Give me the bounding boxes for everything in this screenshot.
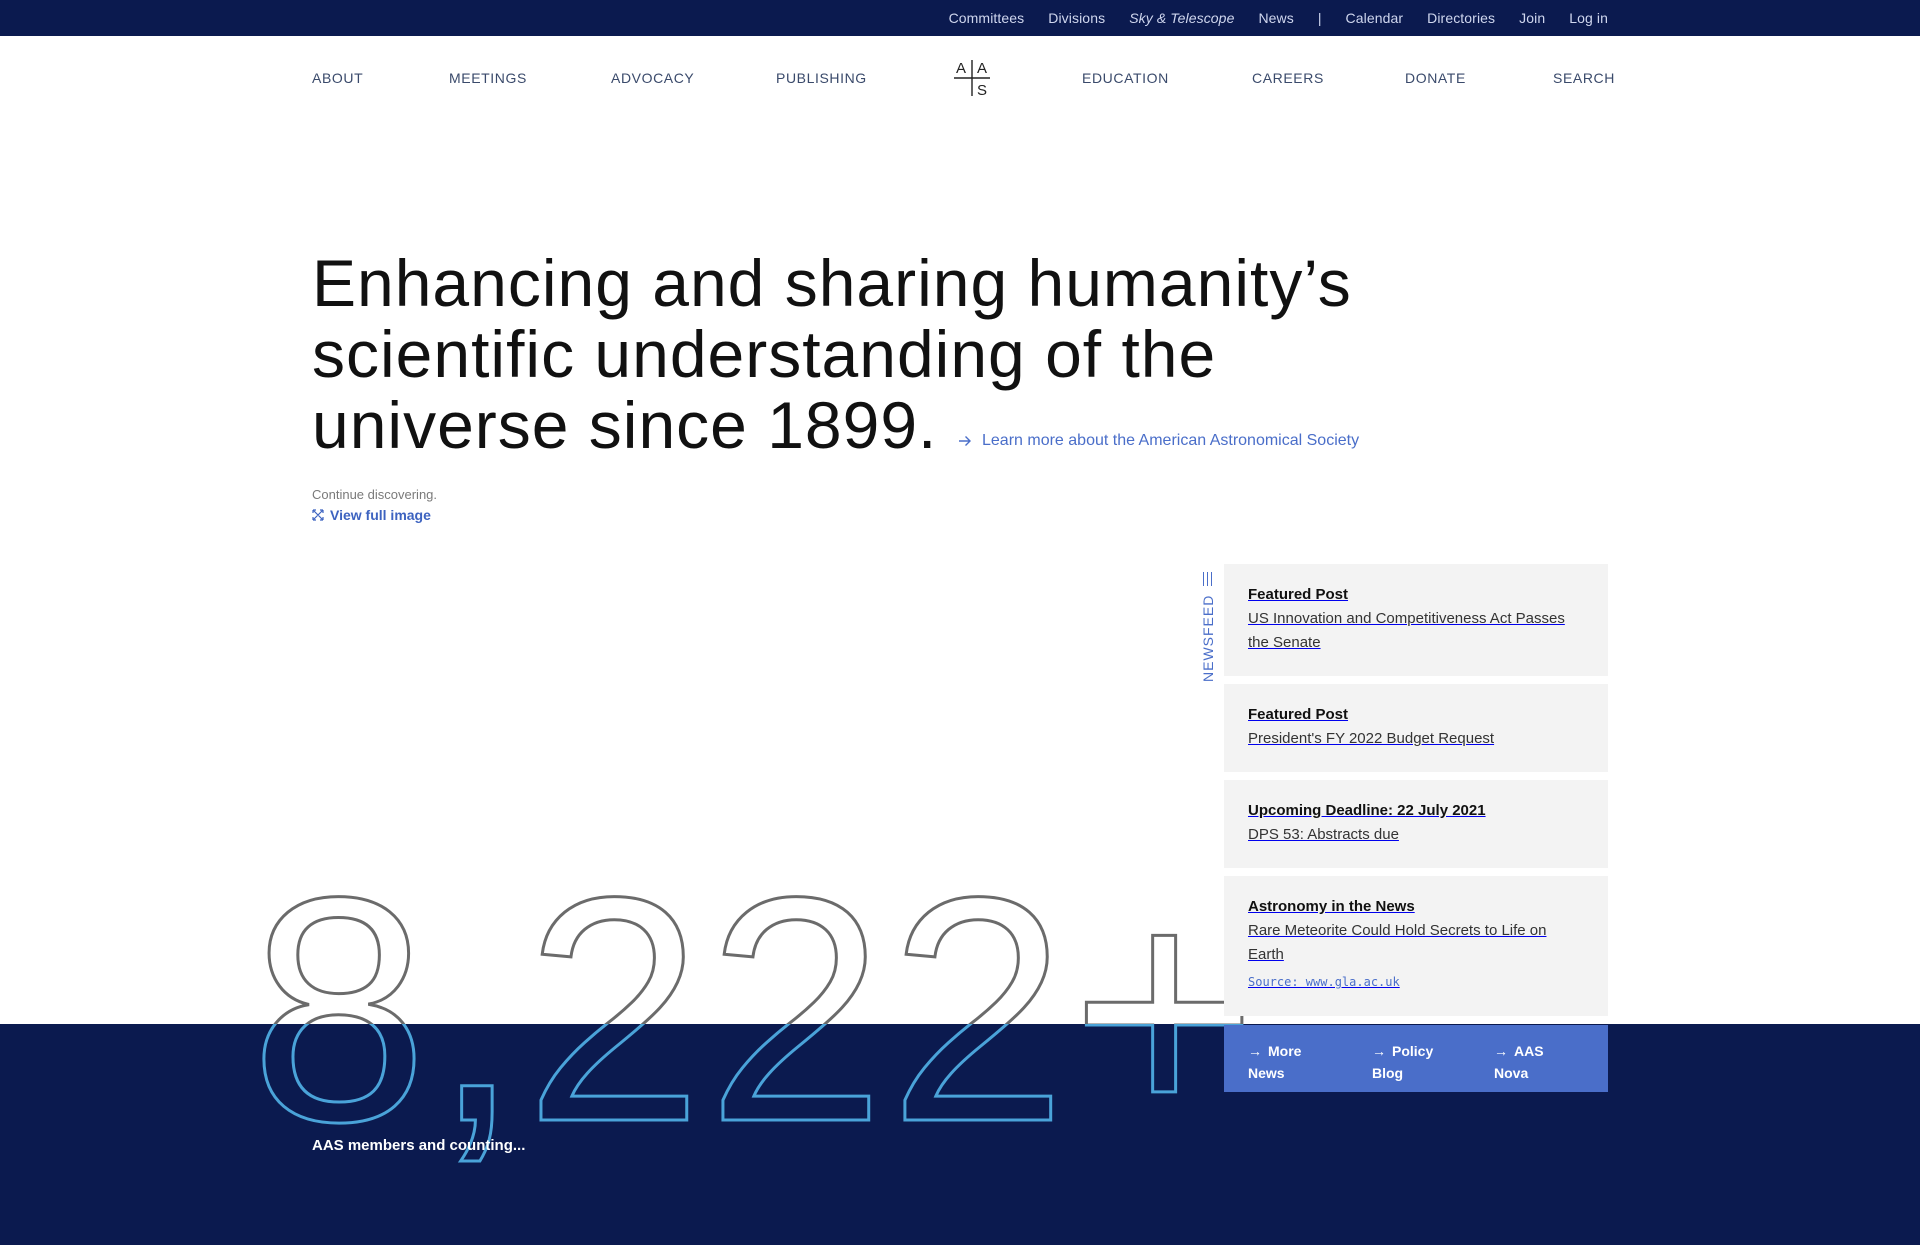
nav-advocacy[interactable]: ADVOCACY [611,70,694,86]
utility-link-sky-telescope[interactable]: Sky & Telescope [1129,10,1234,26]
utility-link-login[interactable]: Log in [1569,10,1608,26]
policy-blog-label-1: Policy [1392,1043,1434,1059]
nav-search[interactable]: SEARCH [1553,70,1615,86]
continue-discovering: Continue discovering. [312,487,438,502]
news-card-body: Rare Meteorite Could Hold Secrets to Lif… [1248,922,1547,963]
learn-more-label: Learn more about the American Astronomic… [982,432,1360,449]
logo-letter-a2: A [977,60,987,77]
main-nav: ABOUT MEETINGS ADVOCACY PUBLISHING A A S… [0,36,1920,118]
nav-careers[interactable]: CAREERS [1252,70,1324,86]
newsfeed-links: → More News → Policy Blog → AAS Nova [1224,1025,1608,1092]
news-card-body: US Innovation and Competitiveness Act Pa… [1248,610,1565,651]
news-card-label: Astronomy in the News [1248,898,1415,915]
utility-link-calendar[interactable]: Calendar [1346,10,1404,26]
utility-link-news[interactable]: News [1258,10,1293,26]
member-counter: 8,222+ 8,222+ [249,829,1260,1190]
news-card-body: DPS 53: Abstracts due [1248,826,1399,843]
hero-title: Enhancing and sharing humanity’s scienti… [312,248,1412,461]
arrow-right-icon: → [1372,1043,1386,1059]
newsfeed-label-text: NEWSFEED [1200,594,1216,682]
news-card[interactable]: Featured Post President's FY 2022 Budget… [1224,684,1608,772]
hero-title-line2: scientific understanding of the [312,317,1217,391]
members-caption: AAS members and counting... [312,1137,526,1154]
aas-logo[interactable]: A A S [950,56,994,100]
aas-nova-label-1: AAS [1514,1043,1544,1059]
nav-publishing[interactable]: PUBLISHING [776,70,867,86]
news-card-label: Featured Post [1248,706,1349,723]
news-card[interactable]: Upcoming Deadline: 22 July 2021 DPS 53: … [1224,780,1608,868]
utility-link-directories[interactable]: Directories [1427,10,1495,26]
aas-nova-label-2: Nova [1494,1065,1529,1081]
logo-letter-a1: A [956,60,966,77]
aas-logo-mark: A A S [954,60,990,99]
news-card-body: President's FY 2022 Budget Request [1248,730,1495,747]
utility-link-join[interactable]: Join [1519,10,1545,26]
expand-icon [312,509,324,521]
policy-blog-link[interactable]: → Policy Blog [1372,1040,1433,1084]
more-news-label-1: More [1268,1043,1302,1059]
news-card-source: Source: www.gla.ac.uk [1248,975,1400,989]
utility-link-divisions[interactable]: Divisions [1048,10,1105,26]
view-full-image-link[interactable]: View full image [312,507,431,523]
view-full-image-label: View full image [330,507,431,523]
aas-nova-link[interactable]: → AAS Nova [1494,1040,1544,1084]
utility-nav: Committees Divisions Sky & Telescope New… [949,0,1608,36]
hero-title-line3: universe since 1899. [312,388,938,462]
arrow-right-icon [959,436,971,446]
more-news-label-2: News [1248,1065,1285,1081]
hero-title-line1: Enhancing and sharing humanity’s [312,246,1352,320]
nav-meetings[interactable]: MEETINGS [449,70,527,86]
arrow-right-icon: → [1248,1043,1262,1059]
news-card[interactable]: Featured Post US Innovation and Competit… [1224,564,1608,676]
utility-separator: | [1317,10,1322,26]
utility-link-committees[interactable]: Committees [949,10,1025,26]
learn-more-link[interactable]: Learn more about the American Astronomic… [958,432,1359,450]
utility-bar: Committees Divisions Sky & Telescope New… [0,0,1920,36]
arrow-right-icon: → [1494,1043,1508,1059]
news-card[interactable]: Astronomy in the News Rare Meteorite Cou… [1224,876,1608,1016]
policy-blog-label-2: Blog [1372,1065,1404,1081]
logo-letter-s: S [977,82,987,99]
nav-education[interactable]: EDUCATION [1082,70,1169,86]
more-news-link[interactable]: → More News [1248,1040,1301,1084]
nav-donate[interactable]: DONATE [1405,70,1466,86]
news-card-label: Upcoming Deadline: 22 July 2021 [1248,802,1486,819]
nav-about[interactable]: ABOUT [312,70,363,86]
newsfeed-label: NEWSFEED [1198,572,1222,682]
news-card-label: Featured Post [1248,586,1349,603]
